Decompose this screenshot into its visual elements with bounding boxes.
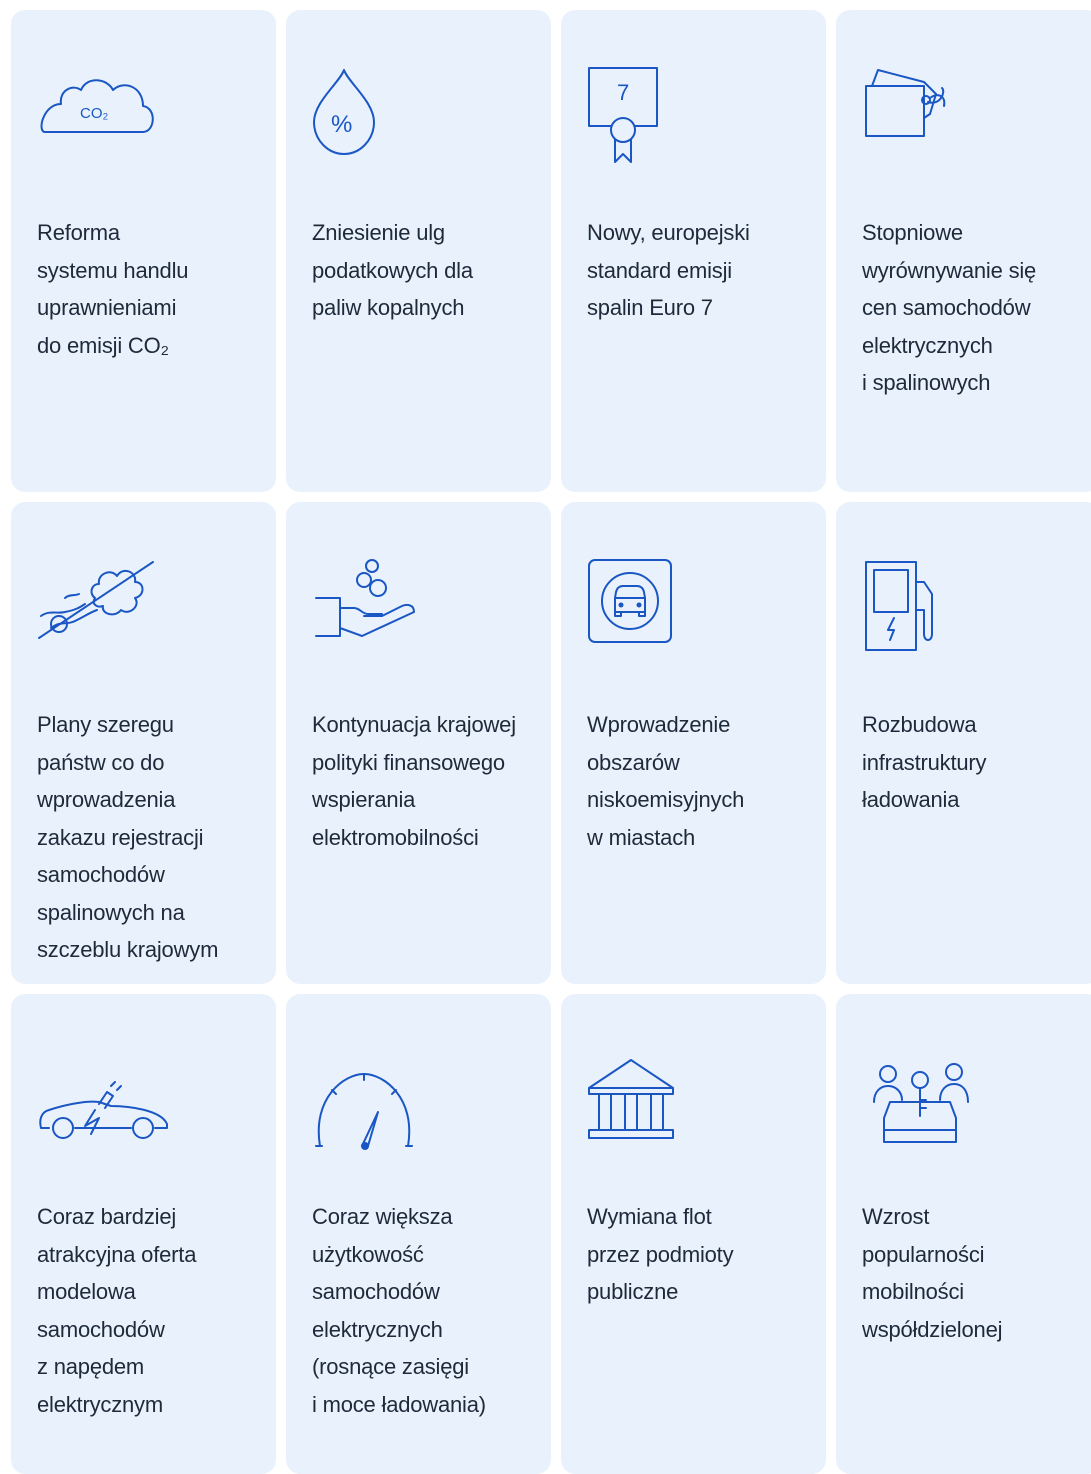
card-label: Nowy, europejski standard emisji spalin … (587, 220, 750, 320)
percent-icon-text: % (331, 111, 352, 138)
charging-station-icon (860, 554, 970, 664)
card-label: Wzrost popularności mobilności współdzie… (862, 1204, 1003, 1342)
card-national-support: Kontynuacja krajowej polityki finansoweg… (286, 502, 551, 984)
electric-car-icon (35, 1046, 168, 1156)
card-price-equalization: Stopniowe wyrównywanie się cen samochodó… (836, 10, 1091, 492)
price-tag-icon (860, 62, 970, 172)
co2-icon-text: CO₂ (80, 105, 109, 122)
card-label: Zniesienie ulg podatkowych dla paliw kop… (312, 220, 473, 320)
card-fuel-tax-relief: % Zniesienie ulg podatkowych dla paliw k… (286, 10, 551, 492)
euro7-certificate-icon: 7 (585, 62, 695, 172)
card-label: Reforma systemu handlu uprawnieniami do … (37, 220, 189, 358)
card-combustion-ban: Plany szeregu państw co do wprowadzenia … (11, 502, 276, 984)
card-ev-usability: Coraz większa użytkowość samochodów elek… (286, 994, 551, 1474)
co2-cloud-icon: CO₂ (35, 62, 154, 172)
card-charging-infrastructure: Rozbudowa infrastruktury ładowania (836, 502, 1091, 984)
card-label: Wprowadzenie obszarów niskoemisyjnych w … (587, 712, 745, 850)
percent-drop-icon: % (310, 62, 420, 172)
card-label: Rozbudowa infrastruktury ładowania (862, 712, 987, 812)
speedometer-icon (310, 1046, 420, 1156)
card-label: Stopniowe wyrównywanie się cen samochodó… (862, 220, 1037, 395)
euro7-icon-text: 7 (617, 80, 629, 105)
card-euro7: 7 Nowy, europejski standard emisji spali… (561, 10, 826, 492)
card-low-emission-zones: Wprowadzenie obszarów niskoemisyjnych w … (561, 502, 826, 984)
card-label: Coraz większa użytkowość samochodów elek… (312, 1204, 486, 1417)
card-grid: CO₂ Reforma systemu handlu uprawnieniami… (11, 10, 1091, 1474)
card-label: Kontynuacja krajowej polityki finansoweg… (312, 712, 516, 850)
card-ev-offer: Coraz bardziej atrakcyjna oferta modelow… (11, 994, 276, 1474)
low-emission-zone-sign-icon (585, 554, 695, 664)
card-label: Plany szeregu państw co do wprowadzenia … (37, 712, 219, 962)
hand-coins-icon (310, 554, 420, 664)
card-public-fleets: Wymiana flot przez podmioty publiczne (561, 994, 826, 1474)
card-label: Wymiana flot przez podmioty publiczne (587, 1204, 734, 1304)
card-label: Coraz bardziej atrakcyjna oferta modelow… (37, 1204, 197, 1417)
card-co2-reform: CO₂ Reforma systemu handlu uprawnieniami… (11, 10, 276, 492)
public-building-icon (585, 1046, 695, 1156)
car-sharing-icon (860, 1046, 970, 1156)
no-exhaust-icon (35, 554, 154, 664)
card-shared-mobility: Wzrost popularności mobilności współdzie… (836, 994, 1091, 1474)
